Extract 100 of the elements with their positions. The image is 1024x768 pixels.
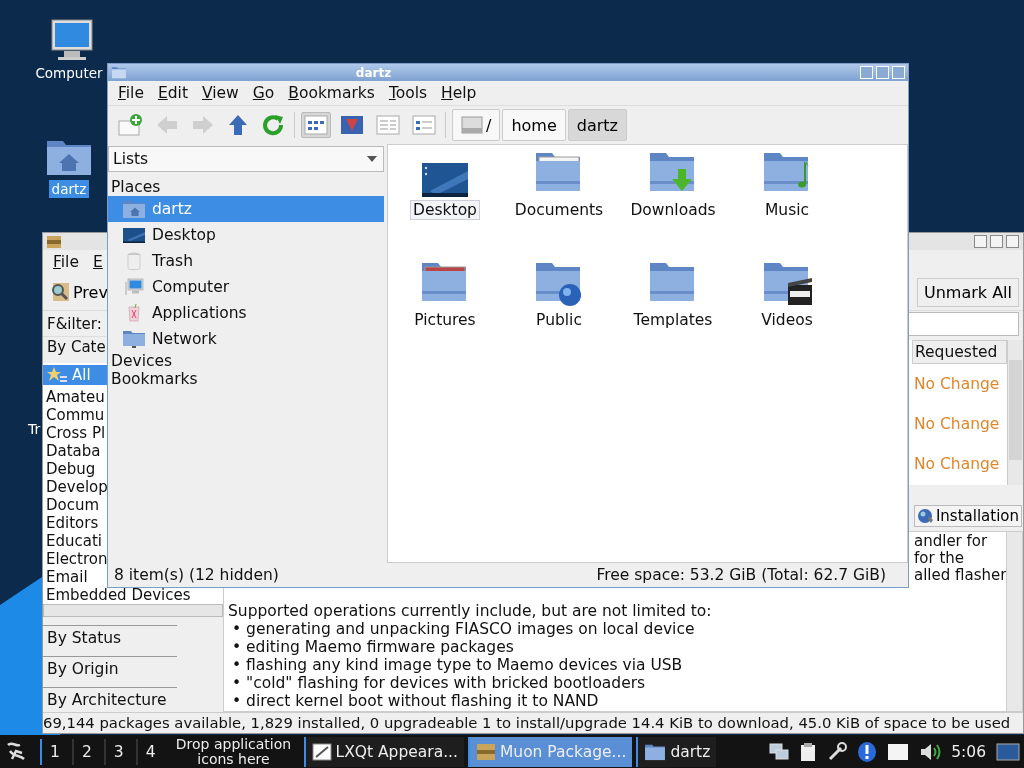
file-name: Desktop xyxy=(410,200,480,220)
item-count-text: 8 item(s) (12 hidden) xyxy=(114,566,279,584)
info-icon[interactable] xyxy=(857,740,878,763)
description-text: alled flasher. xyxy=(914,567,1010,584)
appearance-icon xyxy=(311,742,332,761)
section-header[interactable]: Places xyxy=(108,178,384,196)
path-button[interactable]: dartz xyxy=(567,109,627,141)
vertical-scrollbar[interactable] xyxy=(1007,340,1023,485)
column-header[interactable]: Requested xyxy=(912,340,1007,364)
category-item[interactable]: Docum xyxy=(43,495,108,514)
menu-item[interactable]: View xyxy=(202,84,239,102)
minimize-button[interactable] xyxy=(974,235,987,248)
place-item[interactable]: Trash xyxy=(108,248,384,274)
file-name: Pictures xyxy=(413,310,477,330)
category-item[interactable]: Debug xyxy=(43,459,108,478)
volume-icon[interactable] xyxy=(919,741,942,762)
installation-tab[interactable]: Installation xyxy=(913,505,1022,527)
network-icon[interactable] xyxy=(769,741,790,762)
place-item[interactable]: Desktop xyxy=(108,222,384,248)
description-bullet: • generating and unpacking FIASCO images on local device xyxy=(231,620,696,638)
caret-icon xyxy=(367,156,377,162)
folder-icon xyxy=(644,742,667,761)
film-folder-icon xyxy=(762,261,812,307)
workspace-button[interactable]: 2 xyxy=(71,738,100,765)
quicklaunch-hint: Drop application icons here xyxy=(174,736,293,767)
workspace-button[interactable]: 3 xyxy=(103,738,132,765)
description-bullet: • "cold" flashing for devices with bricked bootloaders xyxy=(231,674,647,692)
workspace-button[interactable]: 4 xyxy=(135,738,164,765)
tools-icon[interactable] xyxy=(827,741,848,762)
detailed-view-button[interactable] xyxy=(409,112,439,138)
description-bullet: • direct kernel boot without flashing it to NAND xyxy=(231,692,600,710)
category-item[interactable]: Educati xyxy=(43,531,108,550)
network-folder-icon xyxy=(122,329,146,349)
category-item[interactable]: Develop xyxy=(43,477,108,496)
category-header[interactable]: By Cate xyxy=(43,336,106,357)
category-item[interactable]: Amateu xyxy=(43,387,108,406)
window-title: dartz xyxy=(354,65,393,80)
table-cell-text: No Change xyxy=(913,454,1001,475)
table-cell-text: No Change xyxy=(913,414,1001,435)
file-name: Downloads xyxy=(629,200,717,220)
menu-item[interactable]: Tools xyxy=(388,84,428,102)
table-cell-text: No Change xyxy=(913,374,1001,395)
maximize-button[interactable] xyxy=(990,235,1003,248)
drive-icon xyxy=(461,115,483,135)
path-button[interactable]: home xyxy=(502,109,566,141)
magnifier-icon xyxy=(49,281,71,303)
section-header[interactable]: Devices xyxy=(108,352,384,370)
clock[interactable]: 5:06 xyxy=(951,742,986,761)
category-item[interactable]: Cross Pl xyxy=(43,423,108,442)
star-icon xyxy=(46,365,68,384)
category-item[interactable]: Commu xyxy=(43,405,108,424)
status-bar: 69,144 packages available, 1,829 installed, 0 upgradeable 1 to install/upgrade 14.4 KiB to download, 45.0 KiB of space to be used xyxy=(43,712,1023,733)
menu-item[interactable]: E xyxy=(92,253,103,271)
file-name: Music xyxy=(763,200,811,220)
vertical-scrollbar[interactable] xyxy=(1006,532,1022,711)
package-icon xyxy=(47,235,61,248)
side-pane-mode-dropdown[interactable]: Lists xyxy=(108,146,384,172)
file-name: Videos xyxy=(760,310,814,330)
computer-icon xyxy=(122,277,146,297)
category-item[interactable]: Embedded Devices xyxy=(43,585,191,604)
place-item[interactable]: Computer xyxy=(108,274,384,300)
filter-label: F&ilter: xyxy=(47,314,102,333)
description-bullet: • editing Maemo firmware packages xyxy=(231,638,515,656)
menu-item[interactable]: Edit xyxy=(157,84,188,102)
package-icon xyxy=(475,742,496,761)
home-folder-icon xyxy=(122,199,146,219)
close-button[interactable] xyxy=(1006,235,1019,248)
file-name: Documents xyxy=(513,200,605,220)
free-space-text: Free space: 53.2 GiB (Total: 62.7 GiB) xyxy=(596,566,886,584)
clipboard-icon[interactable] xyxy=(799,741,818,762)
place-item[interactable]: Network xyxy=(108,326,384,352)
taskbar-window-button[interactable]: dartz xyxy=(636,736,717,767)
category-item[interactable]: Email xyxy=(43,567,108,586)
description-text: Supported operations currently include, but are not limited to: xyxy=(228,602,713,620)
desktop-screen-icon xyxy=(122,225,146,245)
show-desktop-icon[interactable] xyxy=(996,742,1020,761)
taskbar-window-button[interactable]: LXQt Appeara... xyxy=(303,736,464,767)
category-item[interactable]: Editors xyxy=(43,513,108,532)
file-name: Public xyxy=(535,310,583,330)
globe-icon xyxy=(916,508,935,524)
category-item[interactable]: Electron xyxy=(43,549,108,568)
menu-item[interactable]: Bookmarks xyxy=(288,84,375,102)
file-name: Templates xyxy=(632,310,714,330)
menu-item[interactable]: File xyxy=(53,253,79,271)
workspace-button[interactable]: 1 xyxy=(40,738,68,765)
section-header[interactable]: Bookmarks xyxy=(108,370,384,388)
icon-view-button[interactable] xyxy=(301,112,331,138)
description-text: andler for xyxy=(914,533,988,550)
desktop-icon-label[interactable]: Computer xyxy=(32,64,106,82)
description-text: for the xyxy=(914,550,964,567)
menu-item[interactable]: Go xyxy=(252,84,275,102)
desktop-icon-label[interactable]: Tr xyxy=(28,421,41,437)
unmark-all-button[interactable]: Unmark All xyxy=(917,277,1019,307)
place-item[interactable]: Applications xyxy=(108,300,384,326)
menu-item[interactable]: File xyxy=(118,84,144,102)
category-item[interactable]: Databa xyxy=(43,441,108,460)
path-button[interactable]: / xyxy=(452,109,501,141)
globe-folder-icon xyxy=(534,261,584,307)
folder-icon xyxy=(111,66,127,79)
menu-item[interactable]: Help xyxy=(441,84,477,102)
